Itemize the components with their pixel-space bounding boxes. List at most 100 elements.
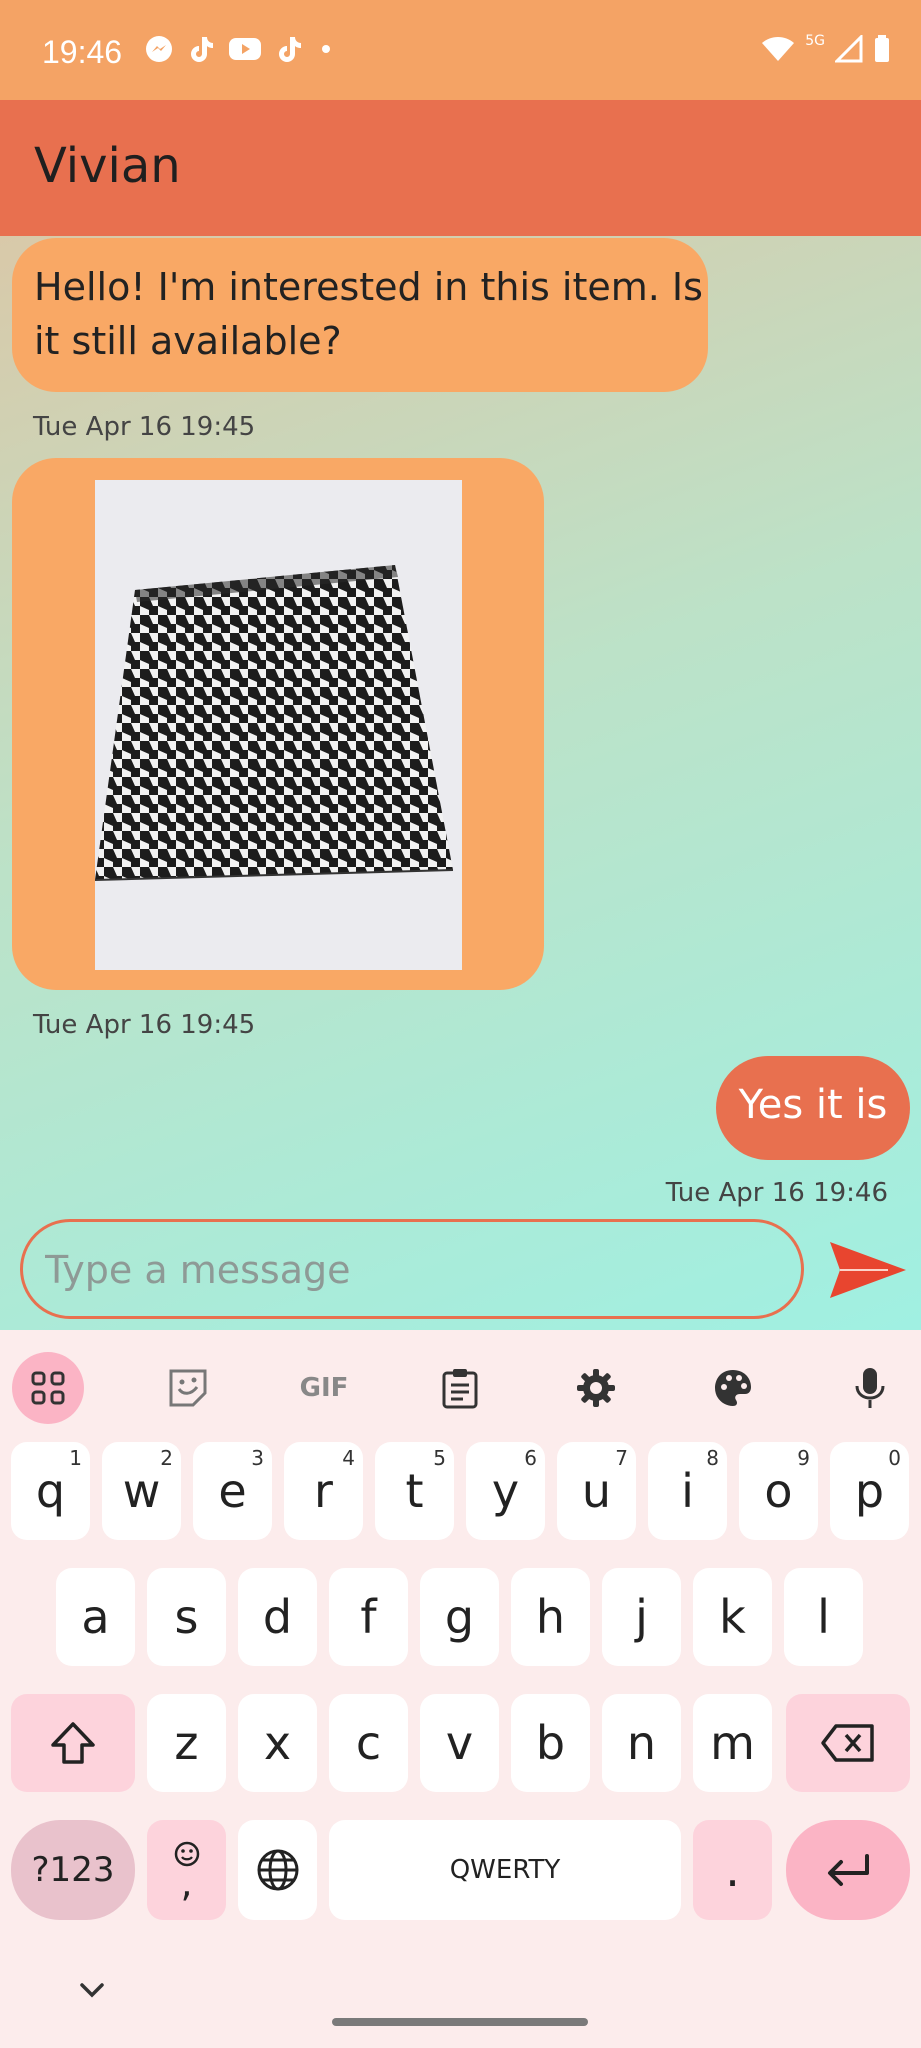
tiktok-icon xyxy=(274,34,304,68)
clipboard-icon[interactable] xyxy=(424,1352,496,1424)
battery-icon xyxy=(873,34,891,68)
send-icon xyxy=(830,1242,906,1298)
key-n[interactable]: n xyxy=(602,1694,681,1792)
tiktok-icon xyxy=(186,34,216,68)
youtube-icon xyxy=(228,36,262,66)
emoji-comma-key[interactable]: , xyxy=(147,1820,226,1920)
key-f[interactable]: f xyxy=(329,1568,408,1666)
key-x[interactable]: x xyxy=(238,1694,317,1792)
key-hint: 5 xyxy=(433,1446,446,1470)
symbols-key[interactable]: ?123 xyxy=(11,1820,135,1920)
key-label: o xyxy=(764,1464,793,1518)
chevron-down-icon xyxy=(80,1983,104,1998)
gif-label: GIF xyxy=(299,1373,349,1403)
key-label: p xyxy=(854,1464,885,1518)
comma-label: , xyxy=(180,1861,193,1905)
backspace-key[interactable] xyxy=(786,1694,910,1792)
shift-key[interactable] xyxy=(11,1694,135,1792)
hide-keyboard-button[interactable] xyxy=(76,1980,108,2004)
key-o[interactable]: o9 xyxy=(739,1442,818,1540)
key-t[interactable]: t5 xyxy=(375,1442,454,1540)
key-label: i xyxy=(681,1464,694,1518)
key-hint: 8 xyxy=(706,1446,719,1470)
message-input[interactable] xyxy=(45,1240,775,1300)
key-j[interactable]: j xyxy=(602,1568,681,1666)
apps-grid-icon[interactable] xyxy=(12,1352,84,1424)
dot-icon xyxy=(316,39,336,63)
chat-area[interactable]: Hello! I'm interested in this item. Is i… xyxy=(0,236,921,1330)
key-i[interactable]: i8 xyxy=(648,1442,727,1540)
key-r[interactable]: r4 xyxy=(284,1442,363,1540)
sticker-icon[interactable] xyxy=(152,1352,224,1424)
key-e[interactable]: e3 xyxy=(193,1442,272,1540)
message-timestamp: Tue Apr 16 19:46 xyxy=(665,1178,888,1208)
keyboard: GIF q1 w2 e3 r4 t5 y6 u7 i8 o9 p0 a s d … xyxy=(0,1330,921,2048)
incoming-image-bubble[interactable] xyxy=(12,458,544,990)
key-y[interactable]: y6 xyxy=(466,1442,545,1540)
key-l[interactable]: l xyxy=(784,1568,863,1666)
status-bar: 19:46 5G xyxy=(0,0,921,100)
message-timestamp: Tue Apr 16 19:45 xyxy=(33,1010,256,1040)
key-d[interactable]: d xyxy=(238,1568,317,1666)
key-k[interactable]: k xyxy=(693,1568,772,1666)
key-label: r xyxy=(314,1464,333,1518)
key-hint: 6 xyxy=(524,1446,537,1470)
contact-name: Vivian xyxy=(34,138,181,194)
gif-icon[interactable]: GIF xyxy=(288,1352,360,1424)
key-label: w xyxy=(122,1464,161,1518)
key-hint: 0 xyxy=(888,1446,901,1470)
incoming-message-bubble[interactable]: Hello! I'm interested in this item. Is i… xyxy=(12,238,708,392)
key-hint: 2 xyxy=(160,1446,173,1470)
period-key[interactable]: . xyxy=(693,1820,772,1920)
key-hint: 7 xyxy=(615,1446,628,1470)
gesture-nav-handle[interactable] xyxy=(332,2018,588,2026)
space-key[interactable]: QWERTY xyxy=(329,1820,681,1920)
palette-icon[interactable] xyxy=(697,1352,769,1424)
key-m[interactable]: m xyxy=(693,1694,772,1792)
status-time: 19:46 xyxy=(42,34,123,70)
language-key[interactable] xyxy=(238,1820,317,1920)
backspace-icon xyxy=(821,1724,874,1762)
key-label: u xyxy=(581,1464,612,1518)
wifi-icon xyxy=(761,35,795,67)
key-h[interactable]: h xyxy=(511,1568,590,1666)
key-c[interactable]: c xyxy=(329,1694,408,1792)
messenger-icon xyxy=(144,34,174,68)
key-a[interactable]: a xyxy=(56,1568,135,1666)
notification-icons xyxy=(144,34,336,68)
key-q[interactable]: q1 xyxy=(11,1442,90,1540)
keyboard-toolbar: GIF xyxy=(0,1330,921,1430)
message-input-container[interactable] xyxy=(20,1219,804,1319)
enter-key[interactable] xyxy=(786,1820,910,1920)
message-text: Yes it is xyxy=(738,1082,888,1128)
system-icons: 5G xyxy=(761,33,891,68)
settings-icon[interactable] xyxy=(560,1352,632,1424)
key-z[interactable]: z xyxy=(147,1694,226,1792)
outgoing-message-bubble[interactable]: Yes it is xyxy=(716,1056,910,1160)
signal-icon xyxy=(833,33,863,67)
key-v[interactable]: v xyxy=(420,1694,499,1792)
key-label: q xyxy=(35,1464,66,1518)
globe-icon xyxy=(257,1849,298,1891)
app-bar: Vivian xyxy=(0,100,921,236)
key-label: e xyxy=(218,1464,247,1518)
key-u[interactable]: u7 xyxy=(557,1442,636,1540)
key-hint: 4 xyxy=(342,1446,355,1470)
key-s[interactable]: s xyxy=(147,1568,226,1666)
key-hint: 1 xyxy=(69,1446,82,1470)
houndstooth-skirt-photo[interactable] xyxy=(94,480,462,970)
key-g[interactable]: g xyxy=(420,1568,499,1666)
enter-icon xyxy=(828,1854,869,1886)
key-hint: 3 xyxy=(251,1446,264,1470)
network-type: 5G xyxy=(805,33,825,49)
key-label: y xyxy=(491,1464,520,1518)
message-text: Hello! I'm interested in this item. Is i… xyxy=(34,265,703,363)
shift-icon xyxy=(51,1722,95,1764)
key-b[interactable]: b xyxy=(511,1694,590,1792)
send-button[interactable] xyxy=(828,1238,908,1302)
key-p[interactable]: p0 xyxy=(830,1442,909,1540)
key-label: t xyxy=(405,1464,424,1518)
key-w[interactable]: w2 xyxy=(102,1442,181,1540)
mic-icon[interactable] xyxy=(834,1352,906,1424)
message-timestamp: Tue Apr 16 19:45 xyxy=(33,412,256,442)
